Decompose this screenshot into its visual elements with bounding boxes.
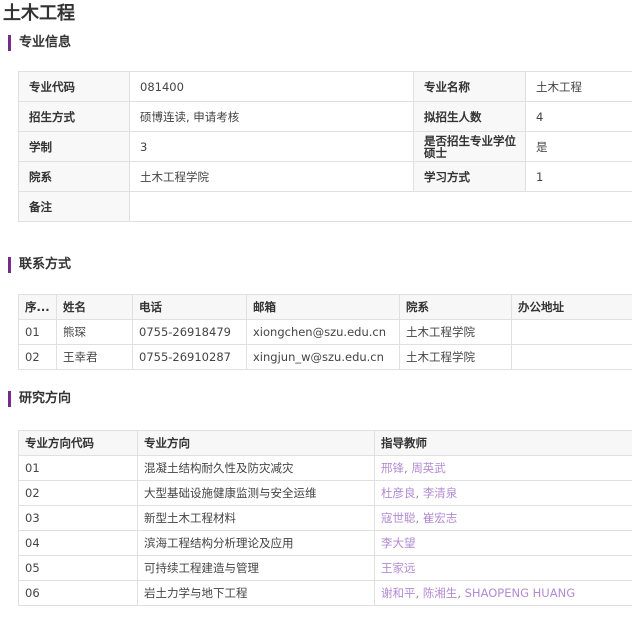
- advisor-cell: 邢锋, 周英武: [374, 455, 632, 481]
- advisor-link[interactable]: 寇世聪: [381, 511, 416, 525]
- advisor-link[interactable]: 李大望: [381, 536, 416, 550]
- table-cell: 01: [18, 319, 57, 345]
- direction-code: 02: [18, 480, 138, 506]
- column-header: 姓名: [56, 294, 133, 320]
- direction-code: 06: [18, 580, 138, 606]
- advisor-cell: 李大望: [374, 530, 632, 556]
- table-row: 05 可持续工程建造与管理 王家远: [18, 555, 632, 581]
- direction-name: 岩土力学与地下工程: [137, 580, 375, 606]
- advisor-link[interactable]: 杜彦良: [381, 486, 416, 500]
- info-value: 081400: [129, 71, 414, 102]
- advisor-link[interactable]: 陈湘生: [423, 586, 458, 600]
- info-value: 是: [525, 131, 632, 162]
- table-cell: 王幸君: [56, 344, 133, 370]
- info-key: 学制: [18, 131, 130, 162]
- advisor-link[interactable]: SHAOPENG HUANG: [465, 586, 575, 600]
- direction-code: 03: [18, 505, 138, 531]
- table-cell: 土木工程学院: [399, 344, 512, 370]
- table-row: 备注: [18, 191, 632, 222]
- table-row: 03 新型土木工程材料 寇世聪, 崔宏志: [18, 505, 632, 531]
- advisor-link[interactable]: 谢和平: [381, 586, 416, 600]
- section-heading-info: 专业信息: [8, 35, 71, 51]
- table-cell: 土木工程学院: [399, 319, 512, 345]
- info-value: [129, 191, 632, 222]
- info-key: 专业名称: [413, 71, 526, 102]
- table-cell: 02: [18, 344, 57, 370]
- separator: ,: [415, 586, 420, 600]
- advisor-cell: 寇世聪, 崔宏志: [374, 505, 632, 531]
- page-title: 土木工程: [3, 3, 75, 24]
- table-row: 04 滨海工程结构分析理论及应用 李大望: [18, 530, 632, 556]
- table-row: 02 王幸君 0755-26910287 xingjun_w@szu.edu.c…: [18, 344, 632, 370]
- advisor-cell: 杜彦良, 李清泉: [374, 480, 632, 506]
- section-heading-contact: 联系方式: [8, 257, 71, 273]
- info-value: 4: [525, 101, 632, 132]
- info-value: 硕博连读, 申请考核: [129, 101, 414, 132]
- table-row: 院系 土木工程学院 学习方式 1: [18, 161, 632, 192]
- info-key: 备注: [18, 191, 130, 222]
- table-cell: [511, 319, 632, 345]
- column-header: 办公地址: [511, 294, 632, 320]
- direction-name: 混凝土结构耐久性及防灾减灾: [137, 455, 375, 481]
- info-key: 专业代码: [18, 71, 130, 102]
- table-cell: [511, 344, 632, 370]
- section-heading-research: 研究方向: [8, 391, 71, 407]
- separator: ,: [415, 486, 420, 500]
- table-cell: xingjun_w@szu.edu.cn: [246, 344, 400, 370]
- info-key: 院系: [18, 161, 130, 192]
- column-header: 专业方向代码: [18, 430, 138, 456]
- table-row: 01 熊琛 0755-26918479 xiongchen@szu.edu.cn…: [18, 319, 632, 345]
- direction-name: 可持续工程建造与管理: [137, 555, 375, 581]
- advisor-cell: 谢和平, 陈湘生, SHAOPENG HUANG: [374, 580, 632, 606]
- direction-code: 01: [18, 455, 138, 481]
- table-row: 专业代码 081400 专业名称 土木工程: [18, 71, 632, 102]
- advisor-link[interactable]: 周英武: [411, 461, 446, 475]
- table-row: 02 大型基础设施健康监测与安全运维 杜彦良, 李清泉: [18, 480, 632, 506]
- contact-table: 序... 姓名 电话 邮箱 院系 办公地址 01 熊琛 0755-2691847…: [18, 294, 632, 370]
- info-value: 土木工程学院: [129, 161, 414, 192]
- info-key: 学习方式: [413, 161, 526, 192]
- column-header: 邮箱: [246, 294, 400, 320]
- research-table: 专业方向代码 专业方向 指导教师 01 混凝土结构耐久性及防灾减灾 邢锋, 周英…: [18, 430, 632, 606]
- column-header: 序...: [18, 294, 57, 320]
- separator: ,: [457, 586, 461, 600]
- separator: ,: [415, 511, 420, 525]
- info-value: 3: [129, 131, 414, 162]
- table-header-row: 专业方向代码 专业方向 指导教师: [18, 430, 632, 456]
- table-row: 招生方式 硕博连读, 申请考核 拟招生人数 4: [18, 101, 632, 132]
- direction-code: 04: [18, 530, 138, 556]
- info-key: 是否招生专业学位硕士: [413, 131, 526, 162]
- column-header: 电话: [132, 294, 247, 320]
- table-cell: xiongchen@szu.edu.cn: [246, 319, 400, 345]
- info-key: 招生方式: [18, 101, 130, 132]
- advisor-link[interactable]: 李清泉: [423, 486, 458, 500]
- advisor-link[interactable]: 王家远: [381, 561, 416, 575]
- direction-code: 05: [18, 555, 138, 581]
- info-table: 专业代码 081400 专业名称 土木工程 招生方式 硕博连读, 申请考核 拟招…: [18, 71, 632, 222]
- table-header-row: 序... 姓名 电话 邮箱 院系 办公地址: [18, 294, 632, 320]
- direction-name: 新型土木工程材料: [137, 505, 375, 531]
- info-key: 拟招生人数: [413, 101, 526, 132]
- advisor-cell: 王家远: [374, 555, 632, 581]
- column-header: 指导教师: [374, 430, 632, 456]
- advisor-link[interactable]: 崔宏志: [423, 511, 458, 525]
- info-value: 土木工程: [525, 71, 632, 102]
- column-header: 院系: [399, 294, 512, 320]
- info-value: 1: [525, 161, 632, 192]
- table-row: 学制 3 是否招生专业学位硕士 是: [18, 131, 632, 162]
- table-cell: 0755-26918479: [132, 319, 247, 345]
- advisor-link[interactable]: 邢锋: [381, 461, 404, 475]
- separator: ,: [404, 461, 408, 475]
- direction-name: 大型基础设施健康监测与安全运维: [137, 480, 375, 506]
- table-cell: 0755-26910287: [132, 344, 247, 370]
- table-row: 01 混凝土结构耐久性及防灾减灾 邢锋, 周英武: [18, 455, 632, 481]
- direction-name: 滨海工程结构分析理论及应用: [137, 530, 375, 556]
- column-header: 专业方向: [137, 430, 375, 456]
- table-row: 06 岩土力学与地下工程 谢和平, 陈湘生, SHAOPENG HUANG: [18, 580, 632, 606]
- table-cell: 熊琛: [56, 319, 133, 345]
